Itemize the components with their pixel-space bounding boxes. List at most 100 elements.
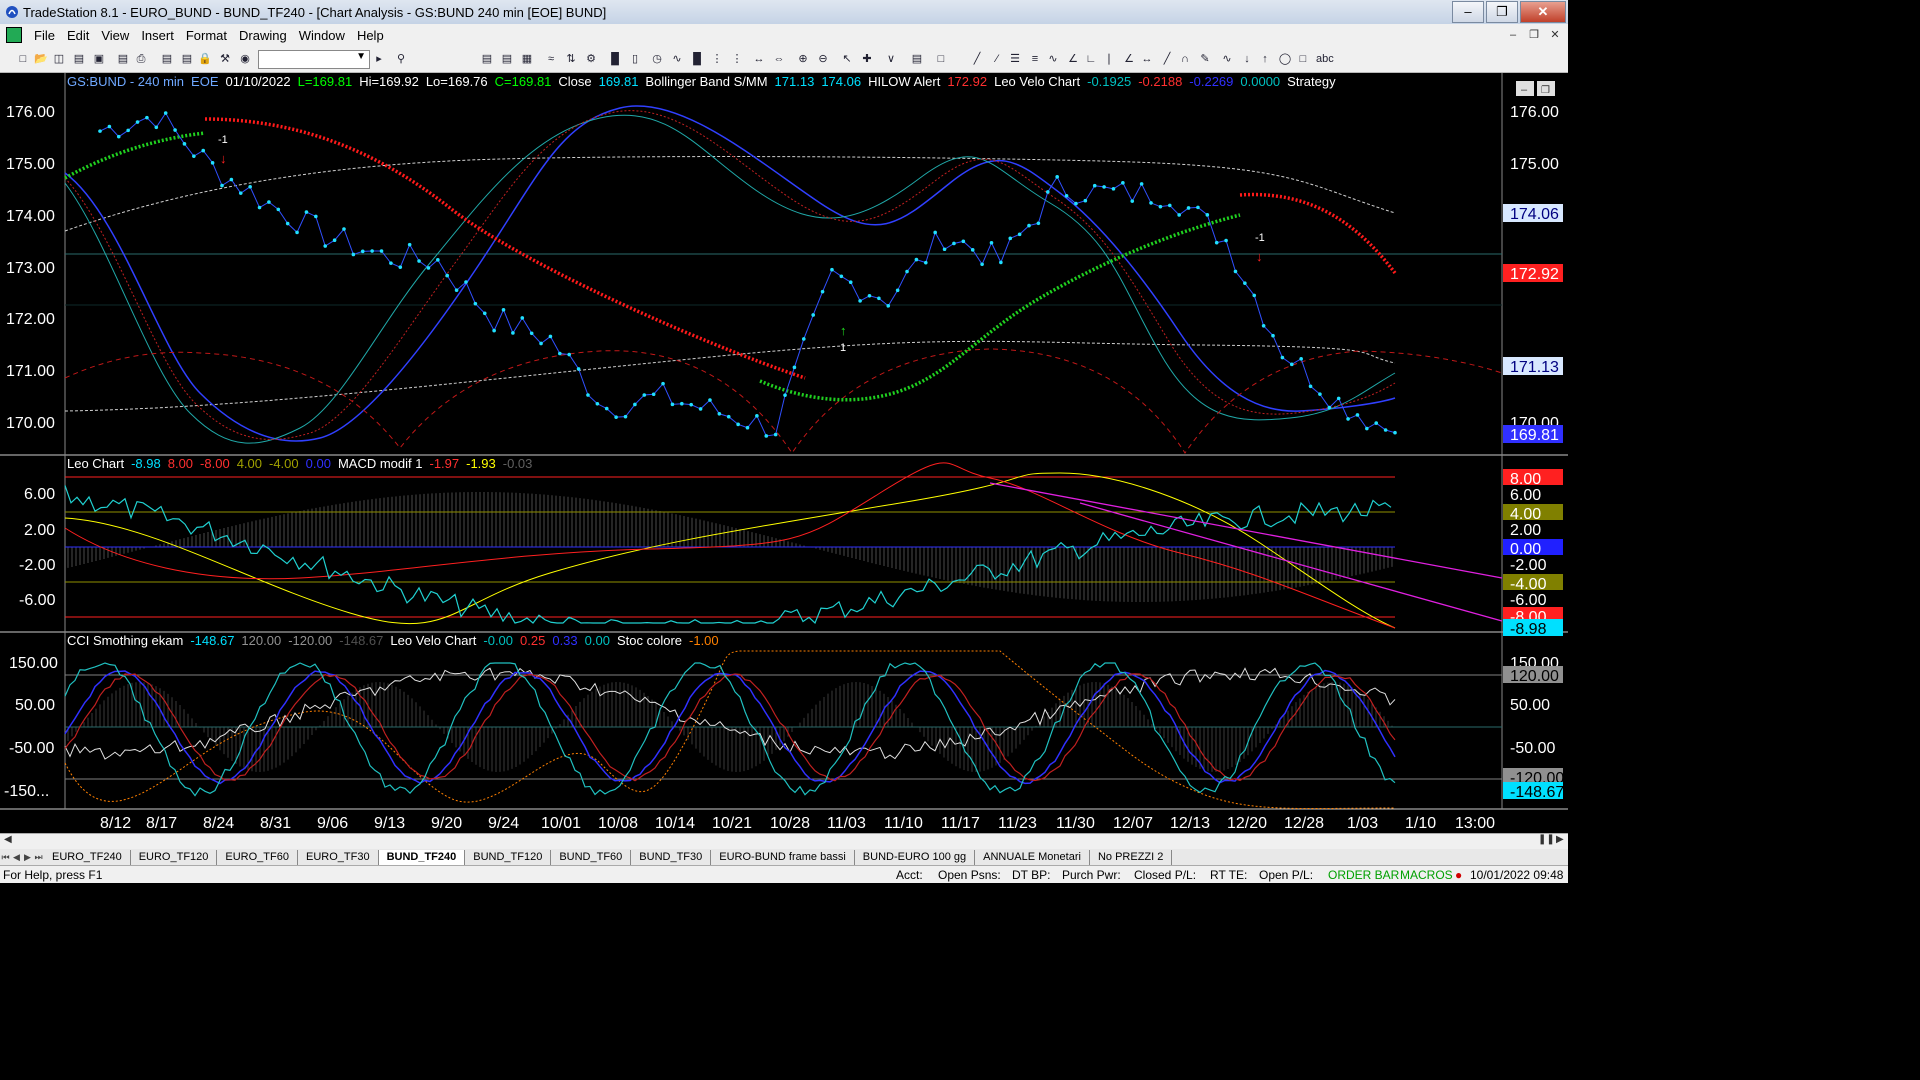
tools-icon[interactable]: ⚒ (218, 52, 232, 66)
strategy-icon[interactable]: ⇅ (564, 52, 578, 66)
magnet-icon[interactable]: ∨ (884, 52, 898, 66)
price-point (1346, 417, 1350, 421)
andrews-icon[interactable]: ∟ (1084, 52, 1098, 66)
arrow-down-icon[interactable]: ↓ (1240, 52, 1254, 66)
menu-drawing[interactable]: Drawing (233, 28, 293, 43)
scroll-left-icon[interactable]: ◀ (4, 834, 12, 845)
trendline-icon[interactable]: ╱ (970, 52, 984, 66)
mdi-minimize-button[interactable]: – (1504, 27, 1522, 43)
range-icon[interactable]: ↔ (1140, 52, 1154, 66)
matrix-icon[interactable]: ▦ (520, 52, 534, 66)
menu-file[interactable]: File (28, 28, 61, 43)
minimize-button[interactable]: – (1452, 1, 1484, 23)
freehand-icon[interactable]: ∿ (1220, 52, 1234, 66)
gann-icon[interactable]: ∠ (1066, 52, 1080, 66)
line-icon[interactable]: ∿ (670, 52, 684, 66)
search-icon[interactable]: ⚲ (394, 52, 408, 66)
snapshot-icon[interactable]: □ (934, 52, 948, 66)
tab-first-icon[interactable]: ⏮ (0, 852, 11, 863)
horizontal-scrollbar[interactable]: ◀ ❚❚ ▶ (0, 833, 1568, 849)
vertical-lines-icon[interactable]: ❘ (1102, 52, 1116, 66)
pane-restore-icon[interactable]: ❐ (1541, 85, 1550, 96)
tab-euro-tf240[interactable]: EURO_TF240 (44, 849, 131, 865)
scroll-thumb[interactable]: ❚❚ (1538, 834, 1555, 845)
tab-next-icon[interactable]: ▶ (22, 852, 33, 863)
time-icon[interactable]: ◷ (650, 52, 664, 66)
chart-window-icon[interactable] (6, 27, 22, 43)
text-icon[interactable]: abc (1316, 52, 1334, 66)
indicator-icon[interactable]: ≈ (544, 52, 558, 66)
tab-bund-tf240[interactable]: BUND_TF240 (378, 849, 466, 865)
status-order-bar[interactable]: ORDER BAR (1328, 868, 1399, 882)
menu-help[interactable]: Help (351, 28, 390, 43)
arrow-up-icon[interactable]: ↑ (1258, 52, 1272, 66)
tab-annuale-monetari[interactable]: ANNUALE Monetari (975, 849, 1090, 865)
columns-icon[interactable]: ⋮ (730, 52, 744, 66)
chart-icon[interactable]: ▤ (480, 52, 494, 66)
bar-chart-icon[interactable]: █ (608, 52, 622, 66)
ellipse-icon[interactable]: ◯ (1278, 52, 1292, 66)
open-icon[interactable]: 📂 (34, 52, 48, 66)
menu-edit[interactable]: Edit (61, 28, 95, 43)
candle-icon[interactable]: ▯ (628, 52, 642, 66)
scroll-right-icon[interactable]: ▶ (1556, 834, 1564, 845)
lock-icon[interactable]: 🔒 (198, 52, 212, 66)
tab-bund-tf60[interactable]: BUND_TF60 (551, 849, 632, 865)
chart-canvas[interactable]: -1 ↓ ↑ 1 -1 ↓ GS:BUND - 240 min EOE 01/10/… (0, 73, 1568, 834)
globe-icon[interactable]: ◉ (238, 52, 252, 66)
new-icon[interactable]: □ (16, 52, 30, 66)
status-macros[interactable]: MACROS (1400, 868, 1453, 882)
arrow-right-icon[interactable]: ▸ (372, 52, 386, 66)
tab-euro-bund-frame-bassi[interactable]: EURO-BUND frame bassi (711, 849, 855, 865)
mdi-close-button[interactable]: ✕ (1546, 27, 1564, 43)
angle-icon[interactable]: ∠ (1122, 52, 1136, 66)
fibonacci-icon[interactable]: ≡ (1028, 52, 1042, 66)
leo-chart-tags: 8.006.004.002.000.00-2.00-4.00-6.00-8.00… (1503, 469, 1563, 638)
pointer-icon[interactable]: ↖ (840, 52, 854, 66)
tab-no-prezzi-2[interactable]: No PREZZI 2 (1090, 849, 1173, 865)
zoom-out-icon[interactable]: ⊖ (816, 52, 830, 66)
maximize-button[interactable]: ❐ (1486, 1, 1518, 23)
rectangle-icon[interactable]: □ (1296, 52, 1310, 66)
pen-icon[interactable]: ✎ (1198, 52, 1212, 66)
mdi-restore-button[interactable]: ❐ (1525, 27, 1543, 43)
tab-bund-tf120[interactable]: BUND_TF120 (465, 849, 552, 865)
arc-icon[interactable]: ∩ (1178, 52, 1192, 66)
regression-icon[interactable]: ╱ (1160, 52, 1174, 66)
menu-insert[interactable]: Insert (135, 28, 180, 43)
data-window-icon[interactable]: ▤ (910, 52, 924, 66)
tab-bund-tf30[interactable]: BUND_TF30 (631, 849, 712, 865)
pane-minimize-icon[interactable]: – (1521, 84, 1528, 96)
speed-line-icon[interactable]: ∿ (1046, 52, 1060, 66)
crosshair-icon[interactable]: ✚ (860, 52, 874, 66)
close-button[interactable]: ✕ (1520, 1, 1566, 23)
new-workspace-icon[interactable]: ▤ (72, 52, 86, 66)
window-layout-icon[interactable]: ▤ (160, 52, 174, 66)
open-workspace-icon[interactable]: ◫ (52, 52, 66, 66)
bars-icon[interactable]: ⋮ (710, 52, 724, 66)
expand-icon[interactable]: ↔ (752, 52, 766, 66)
menu-window[interactable]: Window (293, 28, 351, 43)
tab-bund-euro-100-gg[interactable]: BUND-EURO 100 gg (855, 849, 976, 865)
tab-euro-tf120[interactable]: EURO_TF120 (131, 849, 218, 865)
tab-last-icon[interactable]: ⏭ (33, 852, 44, 863)
print-icon[interactable]: ⎙ (134, 52, 148, 66)
save-icon[interactable]: ▣ (92, 52, 106, 66)
chart-analysis-window[interactable]: -1 ↓ ↑ 1 -1 ↓ GS:BUND - 240 min EOE 01/10/… (0, 73, 1568, 834)
symbol-combo[interactable]: ▼ (258, 50, 370, 69)
menu-view[interactable]: View (95, 28, 135, 43)
radar-icon[interactable]: ▤ (500, 52, 514, 66)
date-axis-label: 1/10 (1405, 815, 1436, 832)
menu-format[interactable]: Format (180, 28, 233, 43)
compress-icon[interactable]: ⇔ (772, 52, 786, 66)
print-preview-icon[interactable]: ▤ (116, 52, 130, 66)
format-icon[interactable]: ⚙ (584, 52, 598, 66)
tab-prev-icon[interactable]: ◀ (11, 852, 22, 863)
ohlc-icon[interactable]: █ (690, 52, 704, 66)
horizontal-lines-icon[interactable]: ☰ (1008, 52, 1022, 66)
zoom-in-icon[interactable]: ⊕ (796, 52, 810, 66)
channel-icon[interactable]: ⁄ (990, 52, 1004, 66)
tab-euro-tf60[interactable]: EURO_TF60 (217, 849, 298, 865)
window-tile-icon[interactable]: ▤ (180, 52, 194, 66)
tab-euro-tf30[interactable]: EURO_TF30 (298, 849, 379, 865)
